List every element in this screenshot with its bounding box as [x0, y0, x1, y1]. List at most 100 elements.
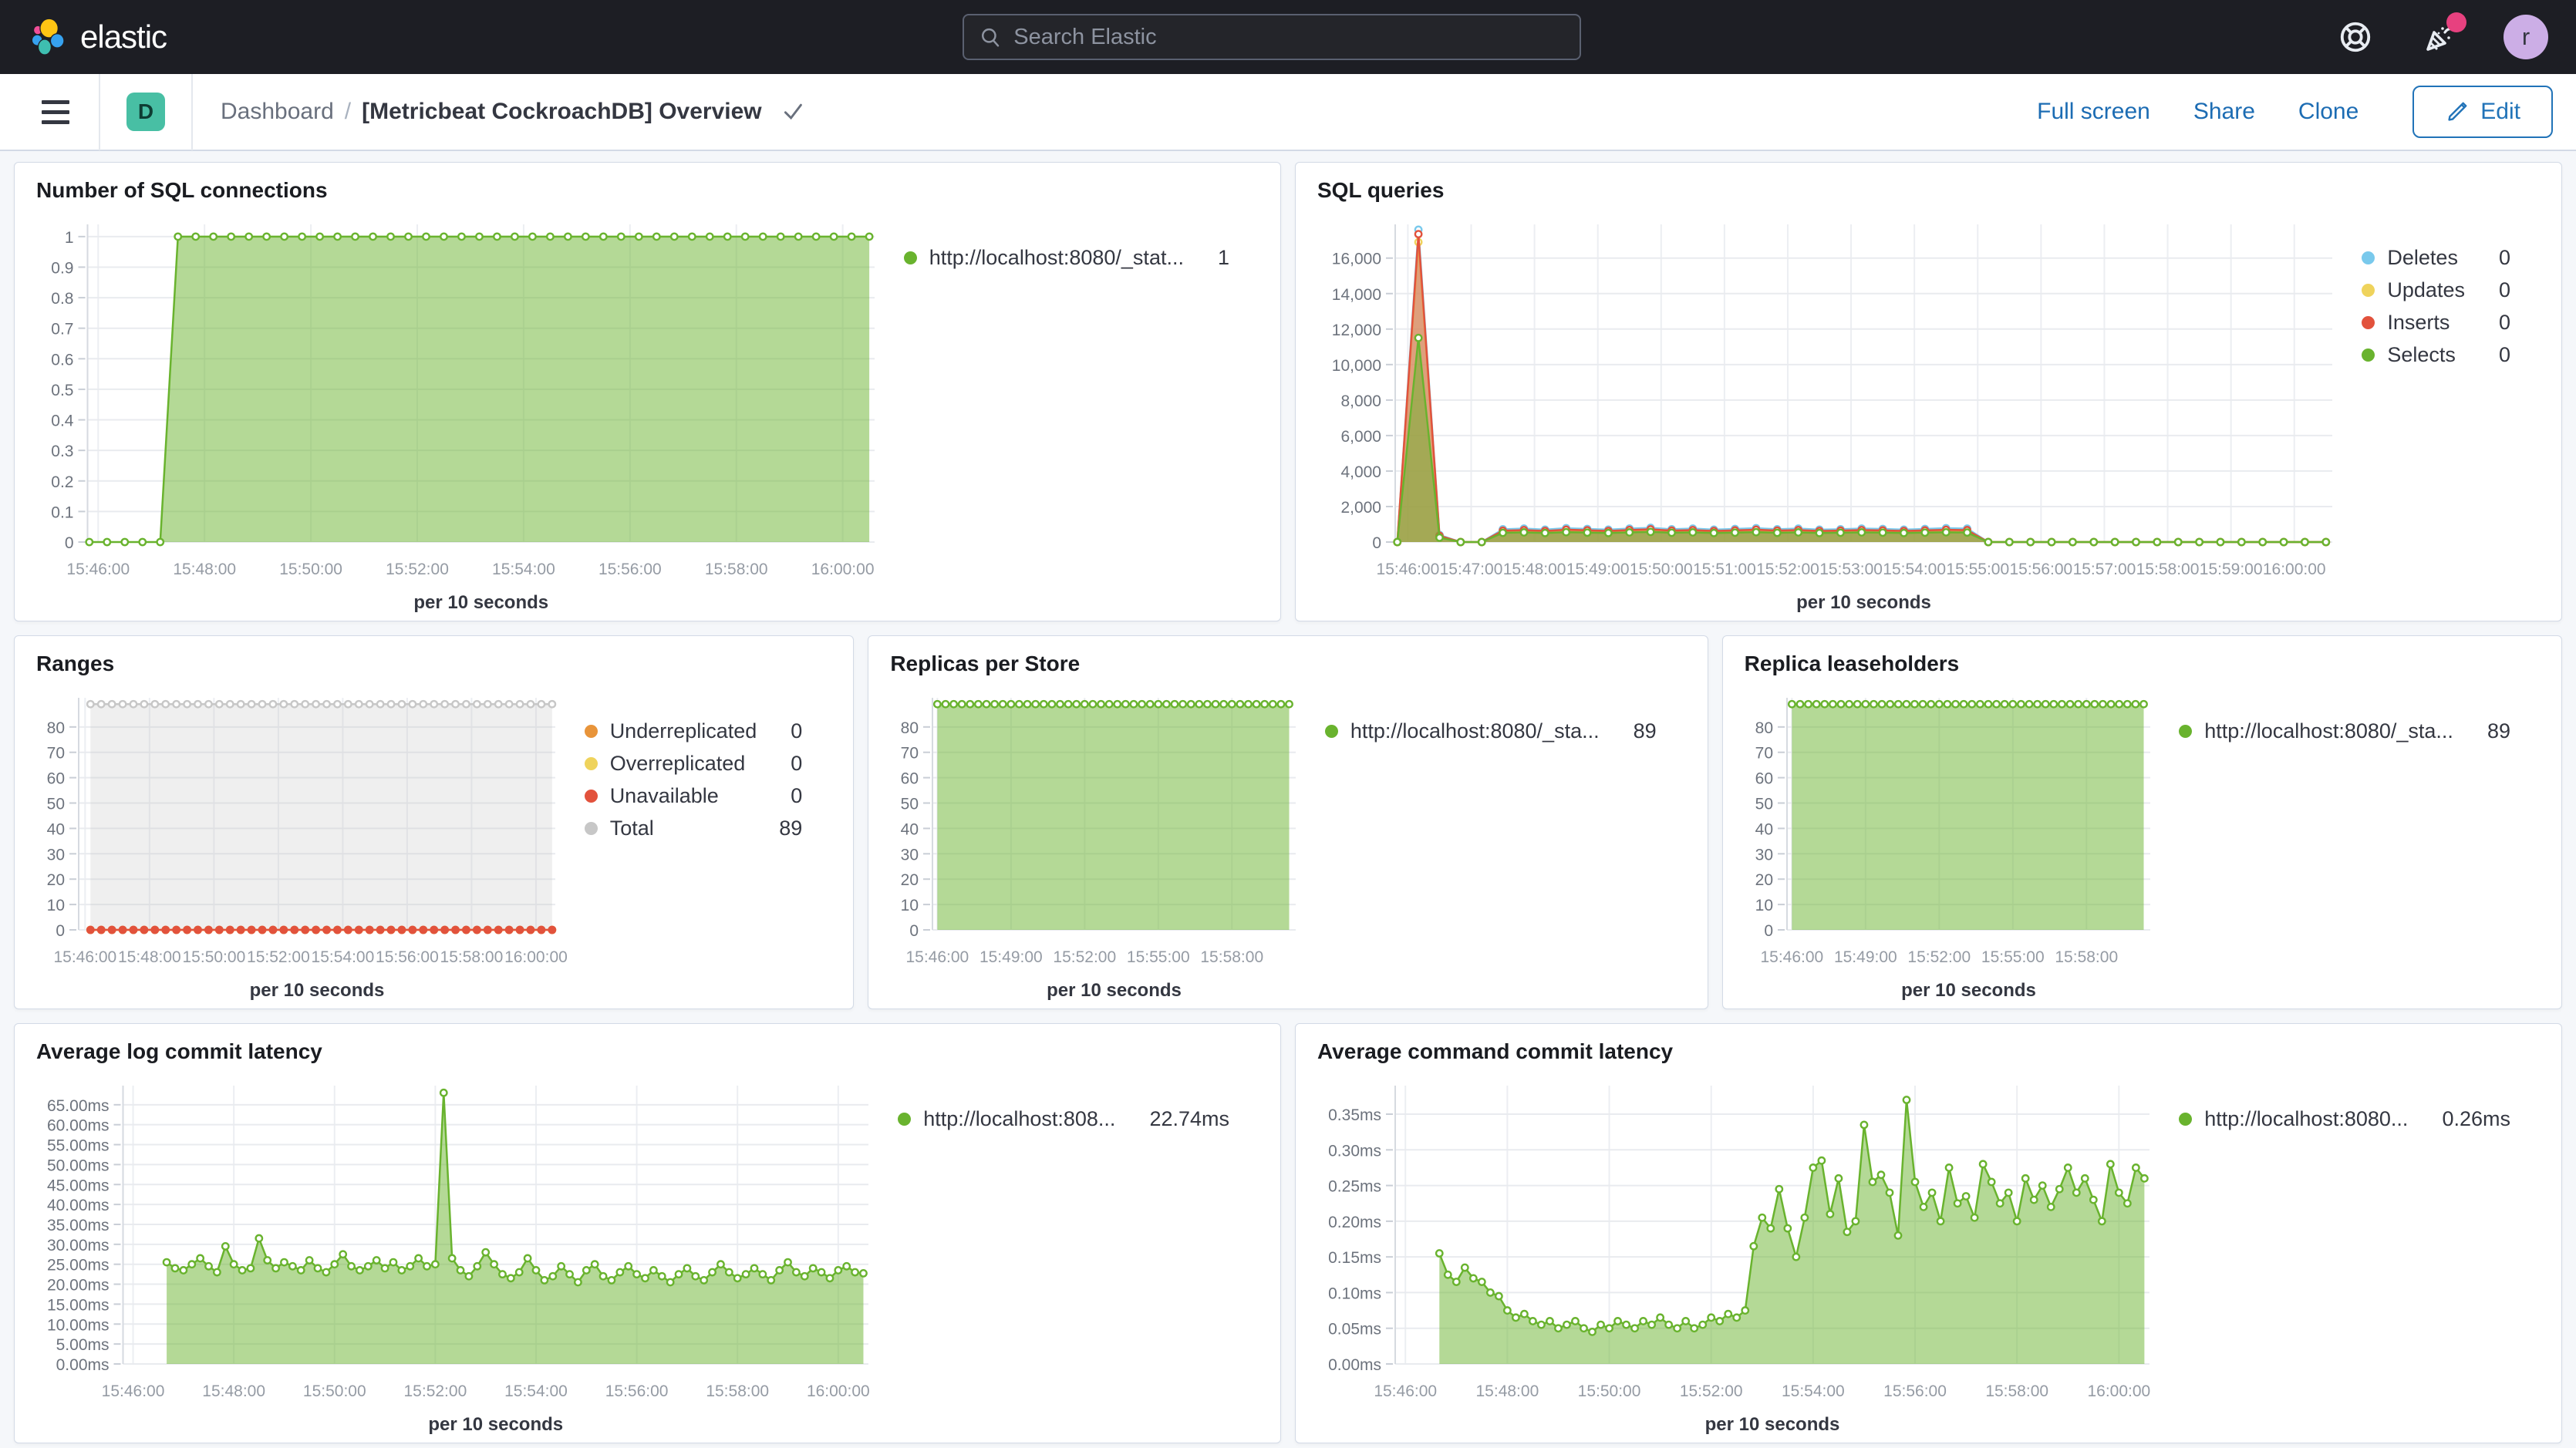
svg-text:0.1: 0.1	[51, 503, 73, 521]
legend-item[interactable]: Overreplicated0	[585, 747, 803, 780]
legend-item[interactable]: Deletes0	[2362, 241, 2510, 274]
ranges-chart[interactable]: 15:46:0015:48:0015:50:0015:52:0015:54:00…	[33, 681, 569, 1004]
legend-item[interactable]: http://localhost:808...22.74ms	[898, 1103, 1229, 1135]
notification-dot	[2446, 12, 2466, 32]
svg-text:per 10 seconds: per 10 seconds	[428, 1414, 563, 1435]
svg-text:15:56:00: 15:56:00	[598, 561, 662, 578]
svg-text:0.25ms: 0.25ms	[1328, 1178, 1381, 1196]
svg-text:15:53:00: 15:53:00	[1819, 561, 1883, 578]
svg-text:60: 60	[47, 770, 65, 788]
svg-text:25.00ms: 25.00ms	[47, 1257, 110, 1275]
svg-text:70: 70	[47, 745, 65, 763]
legend-series-label: http://localhost:8080/_sta...	[2204, 719, 2453, 743]
svg-text:16:00:00: 16:00:00	[2263, 561, 2326, 578]
svg-text:0: 0	[1372, 534, 1381, 552]
title-check-icon[interactable]	[781, 99, 805, 124]
svg-text:50.00ms: 50.00ms	[47, 1157, 110, 1174]
legend-item[interactable]: Total89	[585, 812, 803, 844]
edit-button[interactable]: Edit	[2412, 86, 2553, 138]
search-input[interactable]	[1013, 25, 1564, 50]
toolbar-divider	[191, 73, 193, 150]
global-search-bar[interactable]	[963, 14, 1581, 60]
legend-series-dot	[585, 822, 598, 835]
legend-item[interactable]: Selects0	[2362, 338, 2510, 371]
svg-text:30: 30	[1755, 846, 1772, 864]
legend-series-value: 0	[2499, 311, 2510, 335]
legend-series-value: 22.74ms	[1149, 1107, 1229, 1131]
svg-text:15:57:00: 15:57:00	[2073, 561, 2136, 578]
svg-text:0.20ms: 0.20ms	[1328, 1214, 1381, 1231]
svg-text:15:58:00: 15:58:00	[706, 1382, 769, 1400]
svg-text:16:00:00: 16:00:00	[807, 1382, 870, 1400]
legend-series-value: 89	[2487, 719, 2510, 743]
svg-text:40: 40	[1755, 820, 1772, 838]
legend-series-dot	[585, 790, 598, 803]
svg-text:0: 0	[1764, 922, 1773, 940]
svg-text:80: 80	[901, 719, 919, 737]
svg-text:0.00ms: 0.00ms	[56, 1356, 110, 1374]
legend-item[interactable]: http://localhost:8080/_sta... 89	[2179, 715, 2510, 747]
legend-series-label: http://localhost:8080...	[2204, 1107, 2408, 1131]
svg-text:20: 20	[47, 871, 65, 889]
svg-text:10.00ms: 10.00ms	[47, 1316, 110, 1334]
svg-text:60.00ms: 60.00ms	[47, 1117, 110, 1135]
user-avatar[interactable]: r	[2504, 15, 2548, 59]
legend-item[interactable]: http://localhost:8080...0.26ms	[2179, 1103, 2510, 1135]
svg-text:15:52:00: 15:52:00	[386, 561, 449, 578]
help-menu-button[interactable]	[2334, 15, 2377, 59]
legend-item[interactable]: Inserts0	[2362, 306, 2510, 338]
legend-item[interactable]: Updates0	[2362, 274, 2510, 306]
legend-item[interactable]: http://localhost:8080/_stat...1	[904, 241, 1229, 274]
pencil-icon	[2445, 99, 2470, 124]
legend-series-dot	[904, 251, 917, 264]
clone-button[interactable]: Clone	[2298, 99, 2359, 125]
legend-item[interactable]: Unavailable0	[585, 780, 803, 812]
full-screen-button[interactable]: Full screen	[2037, 99, 2150, 125]
panel-number-of-sql-connections: Number of SQL connections 15:46:0015:48:…	[14, 162, 1281, 621]
svg-text:0.05ms: 0.05ms	[1328, 1321, 1381, 1339]
elastic-logo[interactable]: elastic	[28, 17, 167, 57]
svg-text:50: 50	[1755, 796, 1772, 813]
page-title: [Metricbeat CockroachDB] Overview	[362, 99, 762, 125]
sql-connections-chart[interactable]: 15:46:0015:48:0015:50:0015:52:0015:54:00…	[33, 207, 888, 616]
svg-text:6,000: 6,000	[1340, 428, 1381, 446]
svg-text:0.8: 0.8	[51, 290, 73, 308]
svg-text:15:46:00: 15:46:00	[906, 948, 969, 966]
svg-text:15:58:00: 15:58:00	[440, 948, 504, 966]
top-navigation-bar: elastic	[0, 0, 2576, 74]
svg-text:30: 30	[47, 846, 65, 864]
kibana-dashboard-screen: elastic	[0, 0, 2576, 1448]
panel-title: SQL queries	[1317, 178, 2544, 203]
space-badge[interactable]: D	[126, 93, 165, 131]
newsfeed-button[interactable]	[2419, 15, 2462, 59]
legend-series-value: 0	[2499, 278, 2510, 302]
svg-text:10,000: 10,000	[1332, 357, 1381, 375]
svg-text:40.00ms: 40.00ms	[47, 1197, 110, 1214]
legend-series-dot	[898, 1113, 911, 1126]
replica-leaseholders-chart[interactable]: 15:46:0015:49:0015:52:0015:55:0015:58:00…	[1741, 681, 2164, 1004]
svg-text:15:52:00: 15:52:00	[1680, 1382, 1743, 1400]
legend-series-value: 0	[2499, 343, 2510, 367]
legend-series-dot	[2362, 349, 2375, 362]
panel-ranges: Ranges 15:46:0015:48:0015:50:0015:52:001…	[14, 635, 854, 1009]
legend-item[interactable]: Underreplicated0	[585, 715, 803, 747]
breadcrumb-dashboard-link[interactable]: Dashboard	[221, 99, 334, 125]
command-commit-latency-chart[interactable]: 15:46:0015:48:0015:50:0015:52:0015:54:00…	[1314, 1069, 2163, 1438]
svg-text:80: 80	[47, 719, 65, 737]
svg-text:15:58:00: 15:58:00	[1985, 1382, 2048, 1400]
legend-series-dot	[1325, 725, 1338, 738]
legend-series-value: 0	[791, 784, 802, 808]
svg-text:15:56:00: 15:56:00	[605, 1382, 669, 1400]
sql-queries-chart[interactable]: 15:46:0015:47:0015:48:0015:49:0015:50:00…	[1314, 207, 2346, 616]
panel-replicas-per-store: Replicas per Store 15:46:0015:49:0015:52…	[868, 635, 1708, 1009]
svg-text:0.4: 0.4	[51, 413, 74, 430]
replicas-per-store-chart[interactable]: 15:46:0015:49:0015:52:0015:55:0015:58:00…	[887, 681, 1310, 1004]
svg-text:30.00ms: 30.00ms	[47, 1237, 110, 1254]
svg-text:15:58:00: 15:58:00	[705, 561, 768, 578]
log-commit-latency-chart[interactable]: 15:46:0015:48:0015:50:0015:52:0015:54:00…	[33, 1069, 882, 1438]
svg-text:0.15ms: 0.15ms	[1328, 1249, 1381, 1267]
share-button[interactable]: Share	[2193, 99, 2255, 125]
legend-item[interactable]: http://localhost:8080/_sta...89	[1325, 715, 1657, 747]
legend-series-value: 89	[779, 817, 802, 840]
menu-button[interactable]	[34, 90, 77, 133]
